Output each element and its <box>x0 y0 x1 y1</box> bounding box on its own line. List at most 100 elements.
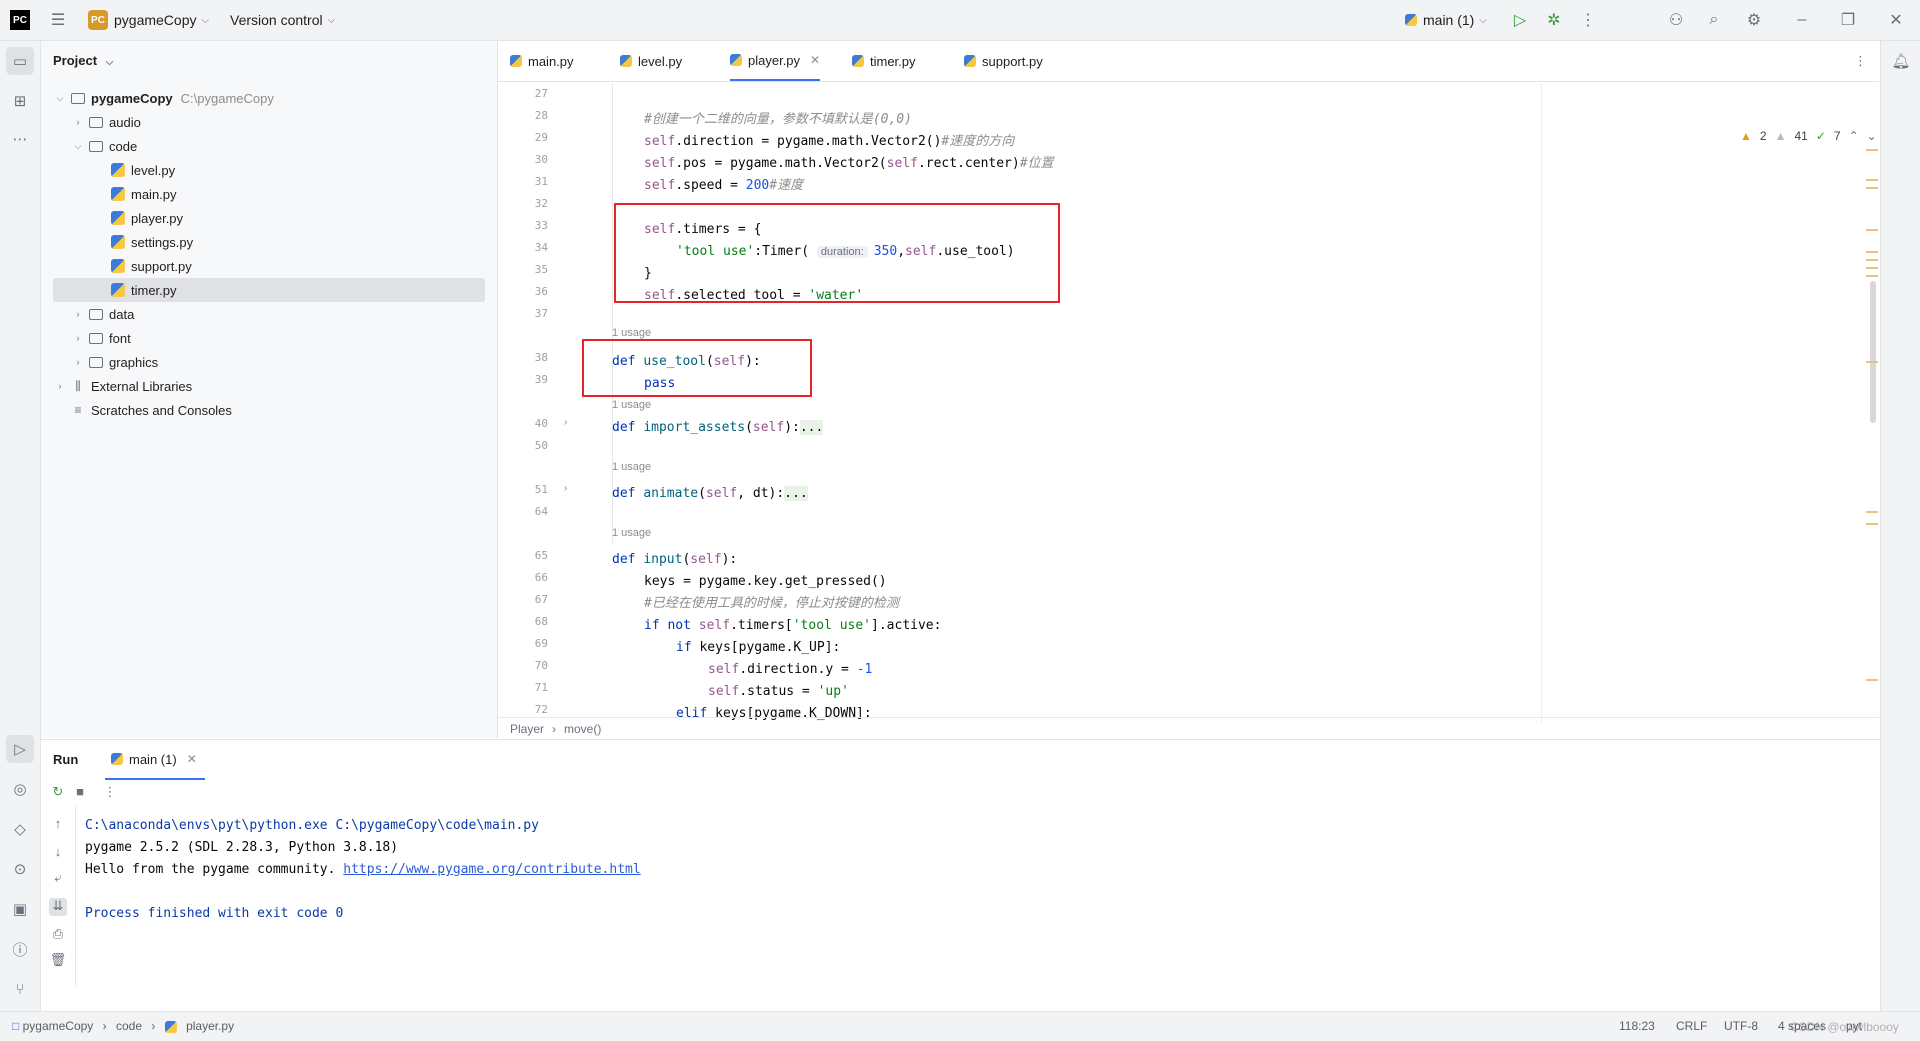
tree-file-level[interactable]: level.py <box>111 158 175 182</box>
stop-icon[interactable]: ■ <box>71 784 89 802</box>
restore-icon[interactable]: ❐ <box>1836 8 1860 32</box>
tree-folder-code[interactable]: ⌵ code <box>71 134 138 158</box>
python-console-icon[interactable]: ◎ <box>6 775 34 803</box>
folded-code-placeholder[interactable]: ... <box>799 420 824 435</box>
chevron-down-icon[interactable]: ⌵ <box>71 141 85 152</box>
breadcrumb-class[interactable]: Player <box>510 722 544 736</box>
settings-gear-icon[interactable]: ⚙ <box>1742 8 1766 32</box>
trash-icon[interactable]: 🗑︎ <box>49 952 67 970</box>
search-icon[interactable]: ⌕ <box>1702 8 1726 32</box>
git-icon[interactable]: ⑂ <box>6 975 34 1003</box>
close-tab-icon[interactable]: ✕ <box>187 752 197 766</box>
usage-hint[interactable]: 1 usage <box>612 399 651 411</box>
error-stripe-mark[interactable] <box>1866 267 1878 269</box>
scroll-to-end-icon[interactable]: ⇊ <box>49 898 67 916</box>
error-stripe-mark[interactable] <box>1866 251 1878 253</box>
usage-hint[interactable]: 1 usage <box>612 327 651 339</box>
status-crumb-project[interactable]: pygameCopy <box>23 1019 94 1033</box>
status-crumb-file[interactable]: player.py <box>186 1019 234 1033</box>
line-separator[interactable]: CRLF <box>1676 1019 1707 1033</box>
tree-file-main[interactable]: main.py <box>111 182 177 206</box>
error-stripe-mark[interactable] <box>1866 179 1878 181</box>
run-config-selector[interactable]: main (1) ⌵ <box>1405 8 1487 32</box>
services-icon[interactable]: ⊙ <box>6 855 34 883</box>
error-stripe-mark[interactable] <box>1866 511 1878 513</box>
close-tab-icon[interactable]: ✕ <box>810 53 820 67</box>
caret-position[interactable]: 118:23 <box>1619 1019 1655 1033</box>
chevron-right-icon[interactable]: › <box>71 333 85 343</box>
add-user-icon[interactable]: ⚇ <box>1664 8 1688 32</box>
usage-hint[interactable]: 1 usage <box>612 527 651 539</box>
tree-file-player[interactable]: player.py <box>111 206 183 230</box>
editor-breadcrumb: Player › move() <box>498 717 1879 739</box>
scrollbar-thumb[interactable] <box>1870 281 1876 423</box>
tree-folder-data[interactable]: › data <box>71 302 135 326</box>
error-stripe-mark[interactable] <box>1866 361 1878 363</box>
chevron-right-icon[interactable]: › <box>53 381 67 391</box>
debug-icon[interactable]: ✲ <box>1542 8 1566 32</box>
print-icon[interactable]: ⎙ <box>49 926 67 944</box>
tree-file-timer[interactable]: timer.py <box>53 278 485 302</box>
chevron-down-icon[interactable]: ⌵ <box>53 93 67 104</box>
run-tool-icon[interactable]: ▷ <box>6 735 34 763</box>
tab-timer-py[interactable]: timer.py <box>852 41 916 81</box>
tree-scratches[interactable]: ≡ Scratches and Consoles <box>71 398 231 422</box>
error-stripe-mark[interactable] <box>1866 679 1878 681</box>
tab-options-icon[interactable]: ⋮ <box>1854 41 1867 81</box>
fold-expand-icon[interactable]: › <box>564 417 567 428</box>
tree-folder-graphics[interactable]: › graphics <box>71 350 159 374</box>
notifications-bell-icon[interactable]: 🔔︎ <box>1887 47 1915 75</box>
soft-wrap-icon[interactable]: ⤶ <box>49 870 67 888</box>
status-crumb-code[interactable]: code <box>116 1019 142 1033</box>
project-tool-folder-icon[interactable]: ▭ <box>6 47 34 75</box>
minimize-icon[interactable]: – <box>1790 8 1814 32</box>
run-icon[interactable]: ▷ <box>1508 8 1532 32</box>
error-stripe-mark[interactable] <box>1866 229 1878 231</box>
chevron-right-icon[interactable]: › <box>71 309 85 319</box>
scroll-down-icon[interactable]: ↓ <box>49 844 67 862</box>
error-stripe-mark[interactable] <box>1866 187 1878 189</box>
version-control-menu[interactable]: Version control ⌵ <box>230 8 335 32</box>
more-actions-icon[interactable]: ⋮ <box>1576 8 1600 32</box>
python-file-icon <box>111 211 125 225</box>
chevron-up-icon[interactable]: ⌃ <box>1849 129 1859 143</box>
run-tab-main[interactable]: main (1) ✕ <box>105 740 205 780</box>
breadcrumb-method[interactable]: move() <box>564 722 601 736</box>
status-breadcrumb[interactable]: □ pygameCopy › code › player.py <box>12 1019 234 1033</box>
error-stripe-mark[interactable] <box>1866 259 1878 261</box>
problems-icon[interactable]: ⓘ <box>6 935 34 963</box>
tree-root-pygamecopy[interactable]: ⌵ pygameCopy C:\pygameCopy <box>53 86 274 110</box>
scroll-up-icon[interactable]: ↑ <box>49 816 67 834</box>
editor-scrollbar[interactable] <box>1866 139 1878 699</box>
tree-folder-audio[interactable]: › audio <box>71 110 141 134</box>
more-tools-icon[interactable]: ⋯ <box>6 125 34 153</box>
close-window-icon[interactable]: ✕ <box>1884 8 1908 32</box>
error-stripe-mark[interactable] <box>1866 523 1878 525</box>
tab-level-py[interactable]: level.py <box>620 41 682 81</box>
tab-player-py[interactable]: player.py ✕ <box>730 41 821 81</box>
tab-main-py[interactable]: main.py <box>510 41 574 81</box>
chevron-right-icon[interactable]: › <box>71 117 85 127</box>
structure-tool-icon[interactable]: ⊞ <box>6 87 34 115</box>
tree-file-settings[interactable]: settings.py <box>111 230 193 254</box>
terminal-icon[interactable]: ▣ <box>6 895 34 923</box>
fold-expand-icon[interactable]: › <box>564 483 567 494</box>
usage-hint[interactable]: 1 usage <box>612 461 651 473</box>
code-text-area[interactable]: #创建一个二维的向量，参数不填默认是(0,0) self.direction =… <box>578 83 1778 723</box>
tree-external-libraries[interactable]: › ⫼ External Libraries <box>53 374 193 398</box>
tab-support-py[interactable]: support.py <box>964 41 1043 81</box>
project-panel-title[interactable]: Project ⌵ <box>53 53 113 68</box>
error-stripe-mark[interactable] <box>1866 275 1878 277</box>
folded-code-placeholder[interactable]: ... <box>784 486 808 501</box>
more-options-icon[interactable]: ⋮ <box>101 784 119 802</box>
project-switcher[interactable]: PC pygameCopy ⌵ <box>88 8 209 32</box>
file-encoding[interactable]: UTF-8 <box>1724 1019 1758 1033</box>
layers-icon[interactable]: ◇ <box>6 815 34 843</box>
error-stripe-mark[interactable] <box>1866 149 1878 151</box>
tree-file-support[interactable]: support.py <box>111 254 192 278</box>
console-link[interactable]: https://www.pygame.org/contribute.html <box>343 862 640 877</box>
chevron-right-icon[interactable]: › <box>71 357 85 367</box>
tree-folder-font[interactable]: › font <box>71 326 131 350</box>
main-menu-icon[interactable]: ☰ <box>46 8 70 32</box>
rerun-icon[interactable]: ↻ <box>49 784 67 802</box>
